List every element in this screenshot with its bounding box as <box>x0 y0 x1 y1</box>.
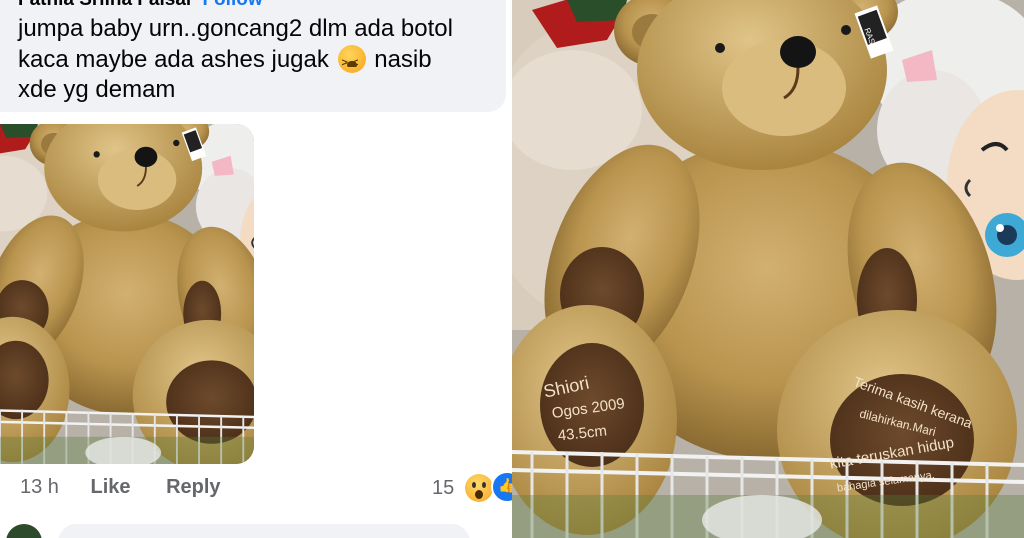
comment-line-2a: kaca maybe ada ashes jugak <box>18 45 329 73</box>
comment-actions: 13 h Like Reply <box>20 476 221 499</box>
like-button[interactable]: Like <box>91 476 131 499</box>
reply-button[interactable]: Reply <box>166 476 220 499</box>
comment-author[interactable]: Fathia Sriina Faisal <box>18 0 191 10</box>
follow-link[interactable]: Follow <box>202 0 262 10</box>
comment-panel: Fathia Sriina Faisal Follow jumpa baby u… <box>0 0 512 538</box>
reaction-summary[interactable]: 15 <box>432 471 512 503</box>
comment-photo[interactable] <box>0 124 254 464</box>
comment-author-row: Fathia Sriina Faisal Follow <box>18 0 263 11</box>
comment-time[interactable]: 13 h <box>20 476 59 499</box>
reaction-count: 15 <box>432 476 455 499</box>
comment-text: jumpa baby urn..goncang2 dlm ada botol k… <box>18 14 503 106</box>
teddy-bear-photo: Shiori Ogos 2009 43.5cm Terima kasih ker… <box>512 0 1024 538</box>
tired-face-emoji-icon <box>337 44 366 78</box>
next-comment-bubble <box>58 524 470 538</box>
comment-line-2b: nasib <box>374 45 432 73</box>
comment-line-3: xde yg demam <box>18 76 176 103</box>
zoomed-photo: Shiori Ogos 2009 43.5cm Terima kasih ker… <box>512 0 1024 538</box>
teddy-bear-photo-thumb <box>0 124 254 464</box>
like-reaction-icon <box>491 471 512 503</box>
next-comment-avatar[interactable] <box>6 524 42 538</box>
comment-line-1: jumpa baby urn..goncang2 dlm ada botol <box>18 15 453 42</box>
wow-reaction-icon <box>464 474 493 502</box>
